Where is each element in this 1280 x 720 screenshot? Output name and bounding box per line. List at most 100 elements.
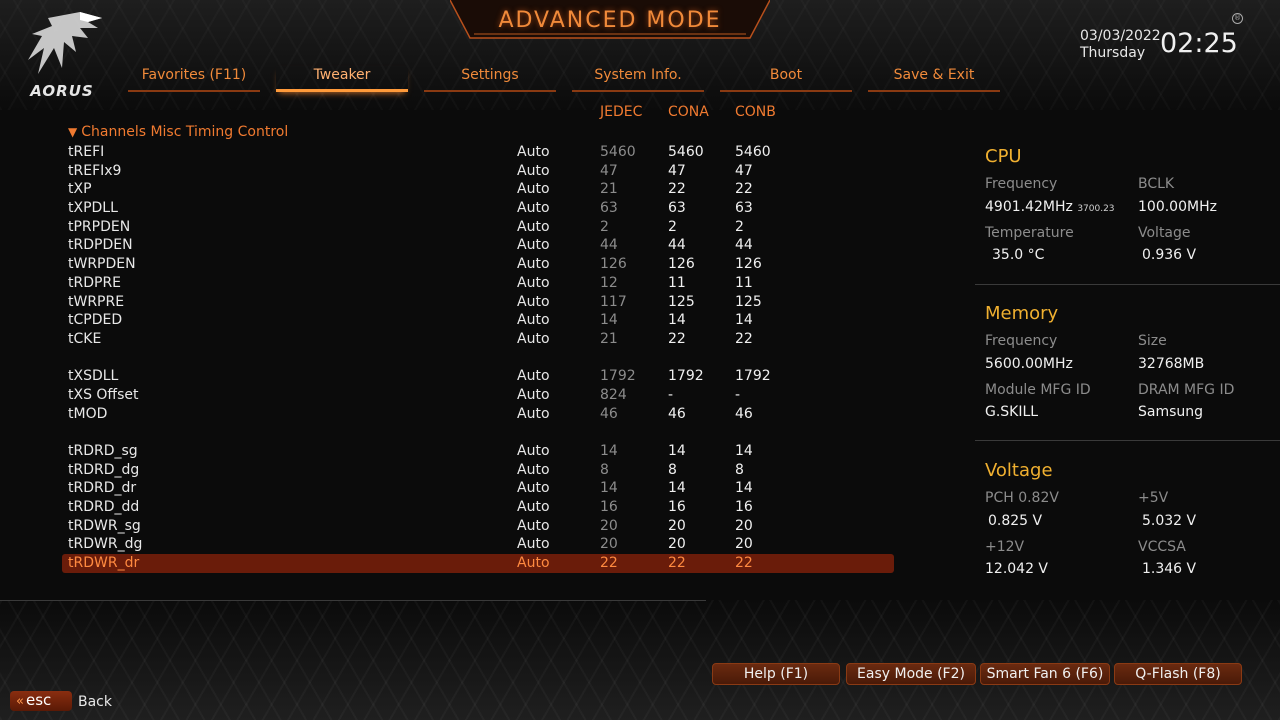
timing-row[interactable]: tXS Offset Auto 824 - - (62, 386, 894, 405)
cpu-frequency-label: Frequency (985, 176, 1058, 192)
timing-row[interactable]: tRDWR_dr Auto 22 22 22 (62, 554, 894, 573)
footer-background (0, 600, 1280, 720)
smart-fan-button[interactable]: Smart Fan 6 (F6) (980, 663, 1110, 685)
timing-jedec-value: 117 (600, 293, 627, 310)
timing-name: tPRPDEN (68, 218, 131, 235)
qflash-button[interactable]: Q-Flash (F8) (1114, 663, 1242, 685)
timing-row[interactable]: tRDRD_dr Auto 14 14 14 (62, 479, 894, 498)
timing-mode[interactable]: Auto (517, 162, 550, 180)
cpu-panel: CPU Frequency 4901.42MHz 3700.23 BCLK 10… (985, 146, 1280, 276)
section-header[interactable]: ▼ Channels Misc Timing Control (68, 124, 288, 140)
timing-row[interactable]: tRDRD_dg Auto 8 8 8 (62, 461, 894, 480)
timing-cona-value: 14 (668, 480, 686, 497)
cpu-temp-label: Temperature (985, 225, 1074, 241)
tab-save-exit[interactable]: Save & Exit (868, 66, 1000, 92)
esc-label: esc (25, 691, 52, 709)
timing-row[interactable]: tREFI Auto 5460 5460 5460 (62, 143, 894, 162)
timing-name: tRDPDEN (68, 237, 133, 254)
timing-mode[interactable]: Auto (517, 293, 550, 311)
memory-frequency-value: 5600.00MHz (985, 356, 1073, 372)
timing-name: tCPDED (68, 312, 123, 329)
timing-row[interactable]: tRDWR_sg Auto 20 20 20 (62, 517, 894, 536)
tab-favorites[interactable]: Favorites (F11) (128, 66, 260, 92)
cpu-title: CPU (985, 146, 1022, 167)
timing-row[interactable]: tMOD Auto 46 46 46 (62, 405, 894, 424)
timing-mode[interactable]: Auto (517, 442, 550, 460)
easy-mode-button[interactable]: Easy Mode (F2) (846, 663, 976, 685)
timing-row[interactable]: tPRPDEN Auto 2 2 2 (62, 218, 894, 237)
timing-mode[interactable]: Auto (517, 180, 550, 198)
timing-mode[interactable]: Auto (517, 236, 550, 254)
help-button[interactable]: Help (F1) (712, 663, 840, 685)
timing-mode[interactable]: Auto (517, 498, 550, 516)
timing-name: tMOD (68, 405, 108, 422)
timing-mode[interactable]: Auto (517, 554, 550, 572)
voltage-panel: Voltage PCH 0.82V 0.825 V +5V 5.032 V +1… (985, 460, 1280, 590)
timing-conb-value: 14 (735, 443, 753, 459)
timing-mode[interactable]: Auto (517, 330, 550, 348)
tab-system-info[interactable]: System Info. (572, 66, 704, 92)
timing-row[interactable]: tRDPDEN Auto 44 44 44 (62, 236, 894, 255)
timing-jedec-value: 47 (600, 162, 618, 179)
date-block: 03/03/2022 Thursday (1080, 28, 1161, 62)
timing-mode[interactable]: Auto (517, 535, 550, 553)
timing-cona-value: 1792 (668, 368, 704, 385)
bclk-label: BCLK (1138, 176, 1175, 192)
timing-mode[interactable]: Auto (517, 405, 550, 423)
tab-settings[interactable]: Settings (424, 66, 556, 92)
timing-row[interactable]: tCKE Auto 21 22 22 (62, 330, 894, 349)
timing-conb-value: 5460 (735, 144, 771, 160)
timing-jedec-value: 22 (600, 555, 618, 572)
timing-row[interactable]: tWRPDEN Auto 126 126 126 (62, 255, 894, 274)
timing-row[interactable]: tXPDLL Auto 63 63 63 (62, 199, 894, 218)
dram-mfg-label: DRAM MFG ID (1138, 382, 1235, 398)
timing-cona-value: 16 (668, 499, 686, 516)
timing-row[interactable]: tRDPRE Auto 12 11 11 (62, 274, 894, 293)
timing-mode[interactable]: Auto (517, 274, 550, 292)
column-header-conb: CONB (735, 104, 776, 120)
timing-row[interactable]: tXP Auto 21 22 22 (62, 180, 894, 199)
esc-button[interactable]: «esc (10, 691, 72, 711)
plus5v-label: +5V (1138, 490, 1169, 506)
pch-value: 0.825 V (988, 513, 1043, 529)
timing-mode[interactable]: Auto (517, 199, 550, 217)
timing-jedec-value: 824 (600, 386, 627, 403)
timing-cona-value: 11 (668, 274, 686, 291)
timing-jedec-value: 21 (600, 330, 618, 347)
timing-mode[interactable]: Auto (517, 461, 550, 479)
timing-mode[interactable]: Auto (517, 255, 550, 273)
collapse-triangle-icon: ▼ (68, 125, 78, 139)
timing-name: tRDWR_sg (68, 517, 141, 534)
timing-row[interactable]: tRDWR_dg Auto 20 20 20 (62, 535, 894, 554)
timing-mode[interactable]: Auto (517, 367, 550, 385)
timing-row[interactable]: tRDRD_dd Auto 16 16 16 (62, 498, 894, 517)
timing-cona-value: 20 (668, 517, 686, 534)
clock-time: 02:25 (1160, 28, 1238, 59)
timing-row[interactable]: tREFIx9 Auto 47 47 47 (62, 162, 894, 181)
timing-cona-value: 46 (668, 405, 686, 422)
tab-boot[interactable]: Boot (720, 66, 852, 92)
timing-name: tWRPRE (68, 293, 125, 310)
timing-jedec-value: 20 (600, 517, 618, 534)
timing-mode[interactable]: Auto (517, 386, 550, 404)
timing-cona-value: 125 (668, 293, 695, 310)
timing-mode[interactable]: Auto (517, 218, 550, 236)
timing-row[interactable]: tRDRD_sg Auto 14 14 14 (62, 442, 894, 461)
timing-conb-value: 14 (735, 480, 753, 497)
timing-jedec-value: 46 (600, 405, 618, 422)
timing-cona-value: 44 (668, 237, 686, 254)
timing-mode[interactable]: Auto (517, 311, 550, 329)
timing-row[interactable]: tXSDLL Auto 1792 1792 1792 (62, 367, 894, 386)
timing-mode[interactable]: Auto (517, 517, 550, 535)
tab-tweaker[interactable]: Tweaker (276, 66, 408, 92)
timing-row[interactable]: tCPDED Auto 14 14 14 (62, 311, 894, 330)
timing-mode[interactable]: Auto (517, 143, 550, 161)
vccsa-value: 1.346 V (1142, 561, 1197, 577)
timing-jedec-value: 21 (600, 181, 618, 198)
double-chevron-left-icon: « (16, 694, 24, 709)
timing-mode[interactable]: Auto (517, 479, 550, 497)
timing-cona-value: 20 (668, 536, 686, 553)
bclk-value: 100.00MHz (1138, 199, 1217, 215)
timing-name: tRDWR_dg (68, 536, 143, 553)
timing-row[interactable]: tWRPRE Auto 117 125 125 (62, 293, 894, 312)
